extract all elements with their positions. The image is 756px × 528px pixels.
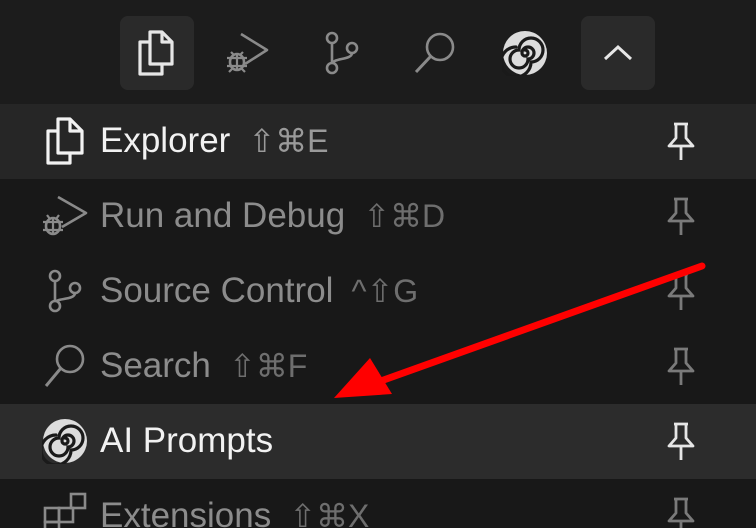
pin-icon[interactable] — [662, 345, 700, 389]
menu-item-ai-prompts[interactable]: AI Prompts — [0, 404, 756, 479]
pin-icon[interactable] — [662, 495, 700, 528]
chevron-up-icon — [603, 44, 633, 61]
explorer-tab[interactable] — [120, 16, 194, 90]
run-debug-tab[interactable] — [210, 16, 284, 90]
search-icon — [414, 32, 455, 74]
menu-item-label: Run and Debug ⇧⌘D — [100, 196, 446, 235]
menu-item-label: Source Control ^⇧G — [100, 271, 419, 310]
menu-item-extensions[interactable]: Extensions ⇧⌘X — [0, 479, 756, 528]
menu-list: Explorer ⇧⌘E Run and Debug ⇧⌘D Source Co… — [0, 104, 756, 528]
menu-item-label: Extensions ⇧⌘X — [100, 493, 369, 528]
shortcut-text: ⇧⌘X — [289, 498, 370, 528]
debug-alt-icon — [227, 32, 269, 73]
activity-bar-overflow-menu: Explorer ⇧⌘E Run and Debug ⇧⌘D Source Co… — [0, 0, 756, 528]
files-icon — [138, 30, 174, 76]
pin-icon[interactable] — [662, 270, 700, 314]
git-branch-icon — [325, 31, 359, 75]
activity-bar — [0, 0, 756, 104]
pin-icon[interactable] — [662, 195, 700, 239]
spiral-icon — [502, 31, 547, 76]
shortcut-text: ⇧⌘F — [228, 348, 308, 384]
menu-item-source-control[interactable]: Source Control ^⇧G — [0, 254, 756, 329]
git-branch-icon — [40, 266, 90, 316]
shortcut-text: ^⇧G — [351, 273, 419, 309]
extensions-icon — [40, 491, 90, 528]
menu-item-label: AI Prompts — [100, 421, 274, 460]
pin-icon[interactable] — [662, 120, 700, 164]
spiral-icon — [40, 416, 90, 466]
search-tab[interactable] — [398, 16, 472, 90]
ai-prompts-tab[interactable] — [488, 16, 562, 90]
menu-item-run-debug[interactable]: Run and Debug ⇧⌘D — [0, 179, 756, 254]
menu-item-label: Explorer ⇧⌘E — [100, 121, 329, 160]
source-control-tab[interactable] — [305, 16, 379, 90]
menu-item-label: Search ⇧⌘F — [100, 346, 308, 385]
shortcut-text: ⇧⌘D — [363, 198, 446, 234]
collapse-tab[interactable] — [581, 16, 655, 90]
search-icon — [40, 341, 90, 391]
files-icon — [40, 116, 90, 166]
menu-item-search[interactable]: Search ⇧⌘F — [0, 329, 756, 404]
shortcut-text: ⇧⌘E — [248, 123, 329, 159]
debug-alt-icon — [40, 191, 90, 241]
menu-item-explorer[interactable]: Explorer ⇧⌘E — [0, 104, 756, 179]
pin-icon[interactable] — [662, 420, 700, 464]
